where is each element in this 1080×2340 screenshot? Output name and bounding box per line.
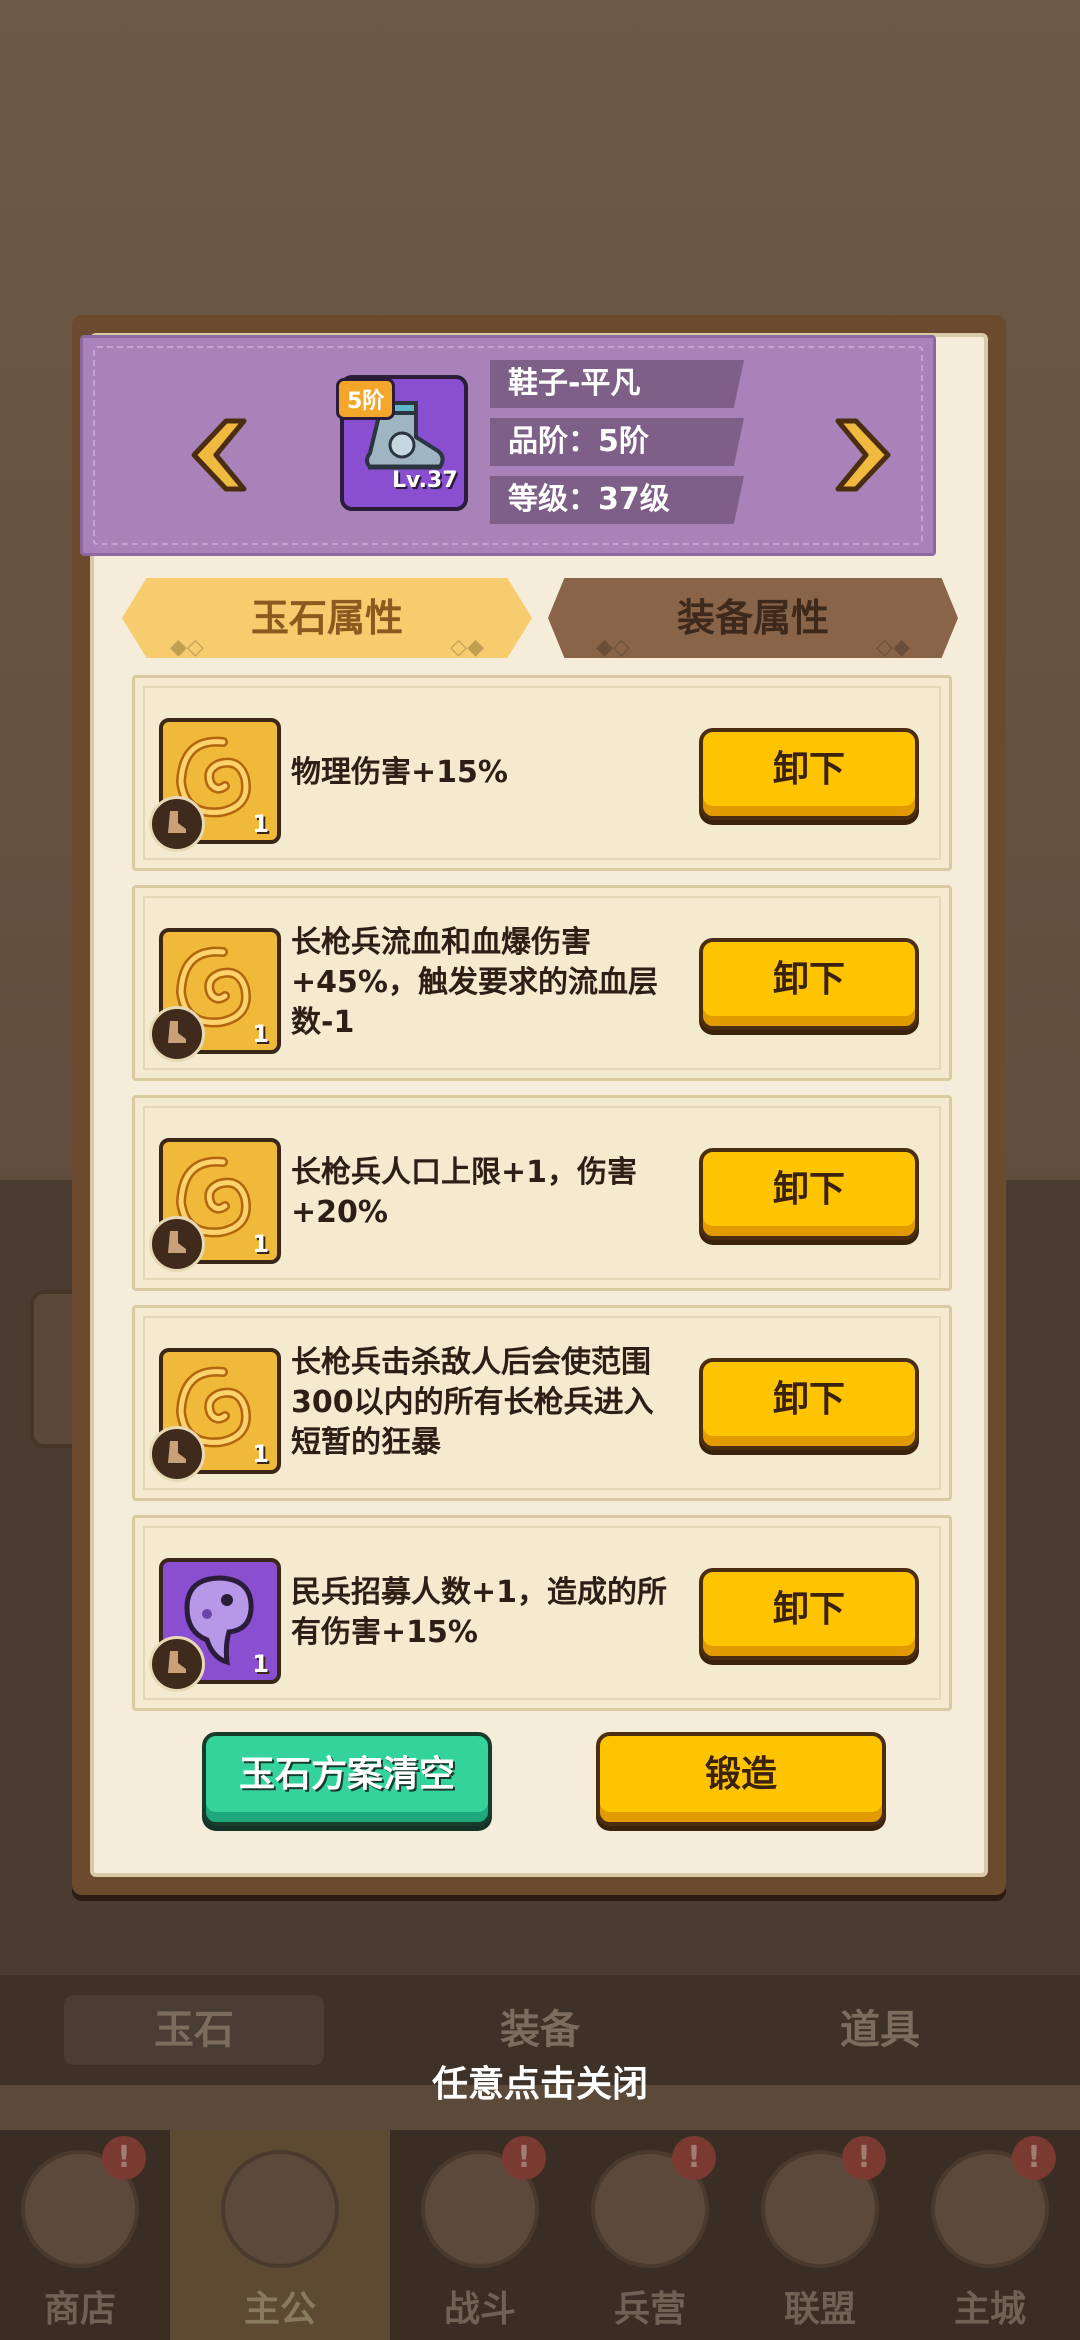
clear-jade-plan-button[interactable]: 玉石方案清空 <box>202 1732 492 1826</box>
gem-description: 长枪兵流血和血爆伤害+45%，触发要求的流血层数-1 <box>291 925 658 1040</box>
equipment-grade: 品阶：5阶 <box>490 418 744 466</box>
alert-badge: ! <box>502 2136 546 2180</box>
nav-label: 商店 <box>43 2289 116 2330</box>
nav-label: 兵营 <box>613 2289 686 2330</box>
gem-description: 长枪兵击杀敌人后会使范围300以内的所有长枪兵进入短暂的狂暴 <box>291 1345 654 1460</box>
nav-label: 主公 <box>243 2289 316 2330</box>
gem-count: 1 <box>252 1230 269 1258</box>
previous-equipment-button[interactable] <box>186 417 248 493</box>
gem-count: 1 <box>252 810 269 838</box>
nav-item-alliance[interactable]: 联盟 ! <box>740 2130 900 2340</box>
equipment-name: 鞋子-平凡 <box>490 360 744 408</box>
gem-description: 长枪兵人口上限+1，伤害+20% <box>291 1155 638 1230</box>
boot-slot-icon <box>149 1636 205 1692</box>
gem-count: 1 <box>252 1020 269 1048</box>
tab-label: 玉石属性 <box>250 596 403 640</box>
unload-button[interactable]: 卸下 <box>699 938 919 1030</box>
boot-slot-icon <box>149 1426 205 1482</box>
alert-badge: ! <box>102 2136 146 2180</box>
boot-slot-icon <box>149 1006 205 1062</box>
unload-button[interactable]: 卸下 <box>699 728 919 820</box>
equipment-level: 等级：37级 <box>490 476 744 524</box>
forge-button[interactable]: 锻造 <box>596 1732 886 1826</box>
tab-label: 装备属性 <box>676 596 829 640</box>
nav-label: 主城 <box>953 2289 1026 2330</box>
gem-row: 1 长枪兵击杀敌人后会使范围300以内的所有长枪兵进入短暂的狂暴 卸下 <box>132 1305 952 1501</box>
gem-row: 1 长枪兵人口上限+1，伤害+20% 卸下 <box>132 1095 952 1291</box>
alert-badge: ! <box>672 2136 716 2180</box>
gem-row: 1 民兵招募人数+1，造成的所有伤害+15% 卸下 <box>132 1515 952 1711</box>
nav-item-lord[interactable]: 主公 <box>170 2130 390 2340</box>
chevron-right-icon <box>835 418 891 492</box>
next-equipment-button[interactable] <box>834 417 896 493</box>
gem-count: 1 <box>252 1650 269 1678</box>
unload-button[interactable]: 卸下 <box>699 1358 919 1450</box>
nav-item-city[interactable]: 主城 ! <box>910 2130 1070 2340</box>
tab-equipment-attributes[interactable]: ◆◇ 装备属性 ◇◆ <box>548 578 958 658</box>
gem-row: 1 长枪兵流血和血爆伤害+45%，触发要求的流血层数-1 卸下 <box>132 885 952 1081</box>
gem-description: 民兵招募人数+1，造成的所有伤害+15% <box>291 1575 668 1650</box>
gem-row: 1 物理伤害+15% 卸下 <box>132 675 952 871</box>
boot-slot-icon <box>149 1216 205 1272</box>
nav-item-barracks[interactable]: 兵营 ! <box>570 2130 730 2340</box>
unload-button[interactable]: 卸下 <box>699 1148 919 1240</box>
gem-count: 1 <box>252 1440 269 1468</box>
nav-label: 战斗 <box>443 2289 516 2330</box>
nav-label: 联盟 <box>783 2289 856 2330</box>
gem-description: 物理伤害+15% <box>291 755 508 790</box>
nav-item-shop[interactable]: 商店 ! <box>0 2130 160 2340</box>
equipment-grade-badge: 5阶 <box>336 378 396 420</box>
alert-badge: ! <box>842 2136 886 2180</box>
close-hint[interactable]: 任意点击关闭 <box>0 2055 1080 2107</box>
lord-icon <box>221 2150 339 2268</box>
chevron-left-icon <box>191 418 247 492</box>
unload-button[interactable]: 卸下 <box>699 1568 919 1660</box>
tab-jade-attributes[interactable]: ◆◇ 玉石属性 ◇◆ <box>122 578 532 658</box>
equipment-level-badge: Lv.37 <box>392 468 458 493</box>
nav-item-battle[interactable]: 战斗 ! <box>400 2130 560 2340</box>
boot-slot-icon <box>149 796 205 852</box>
alert-badge: ! <box>1012 2136 1056 2180</box>
